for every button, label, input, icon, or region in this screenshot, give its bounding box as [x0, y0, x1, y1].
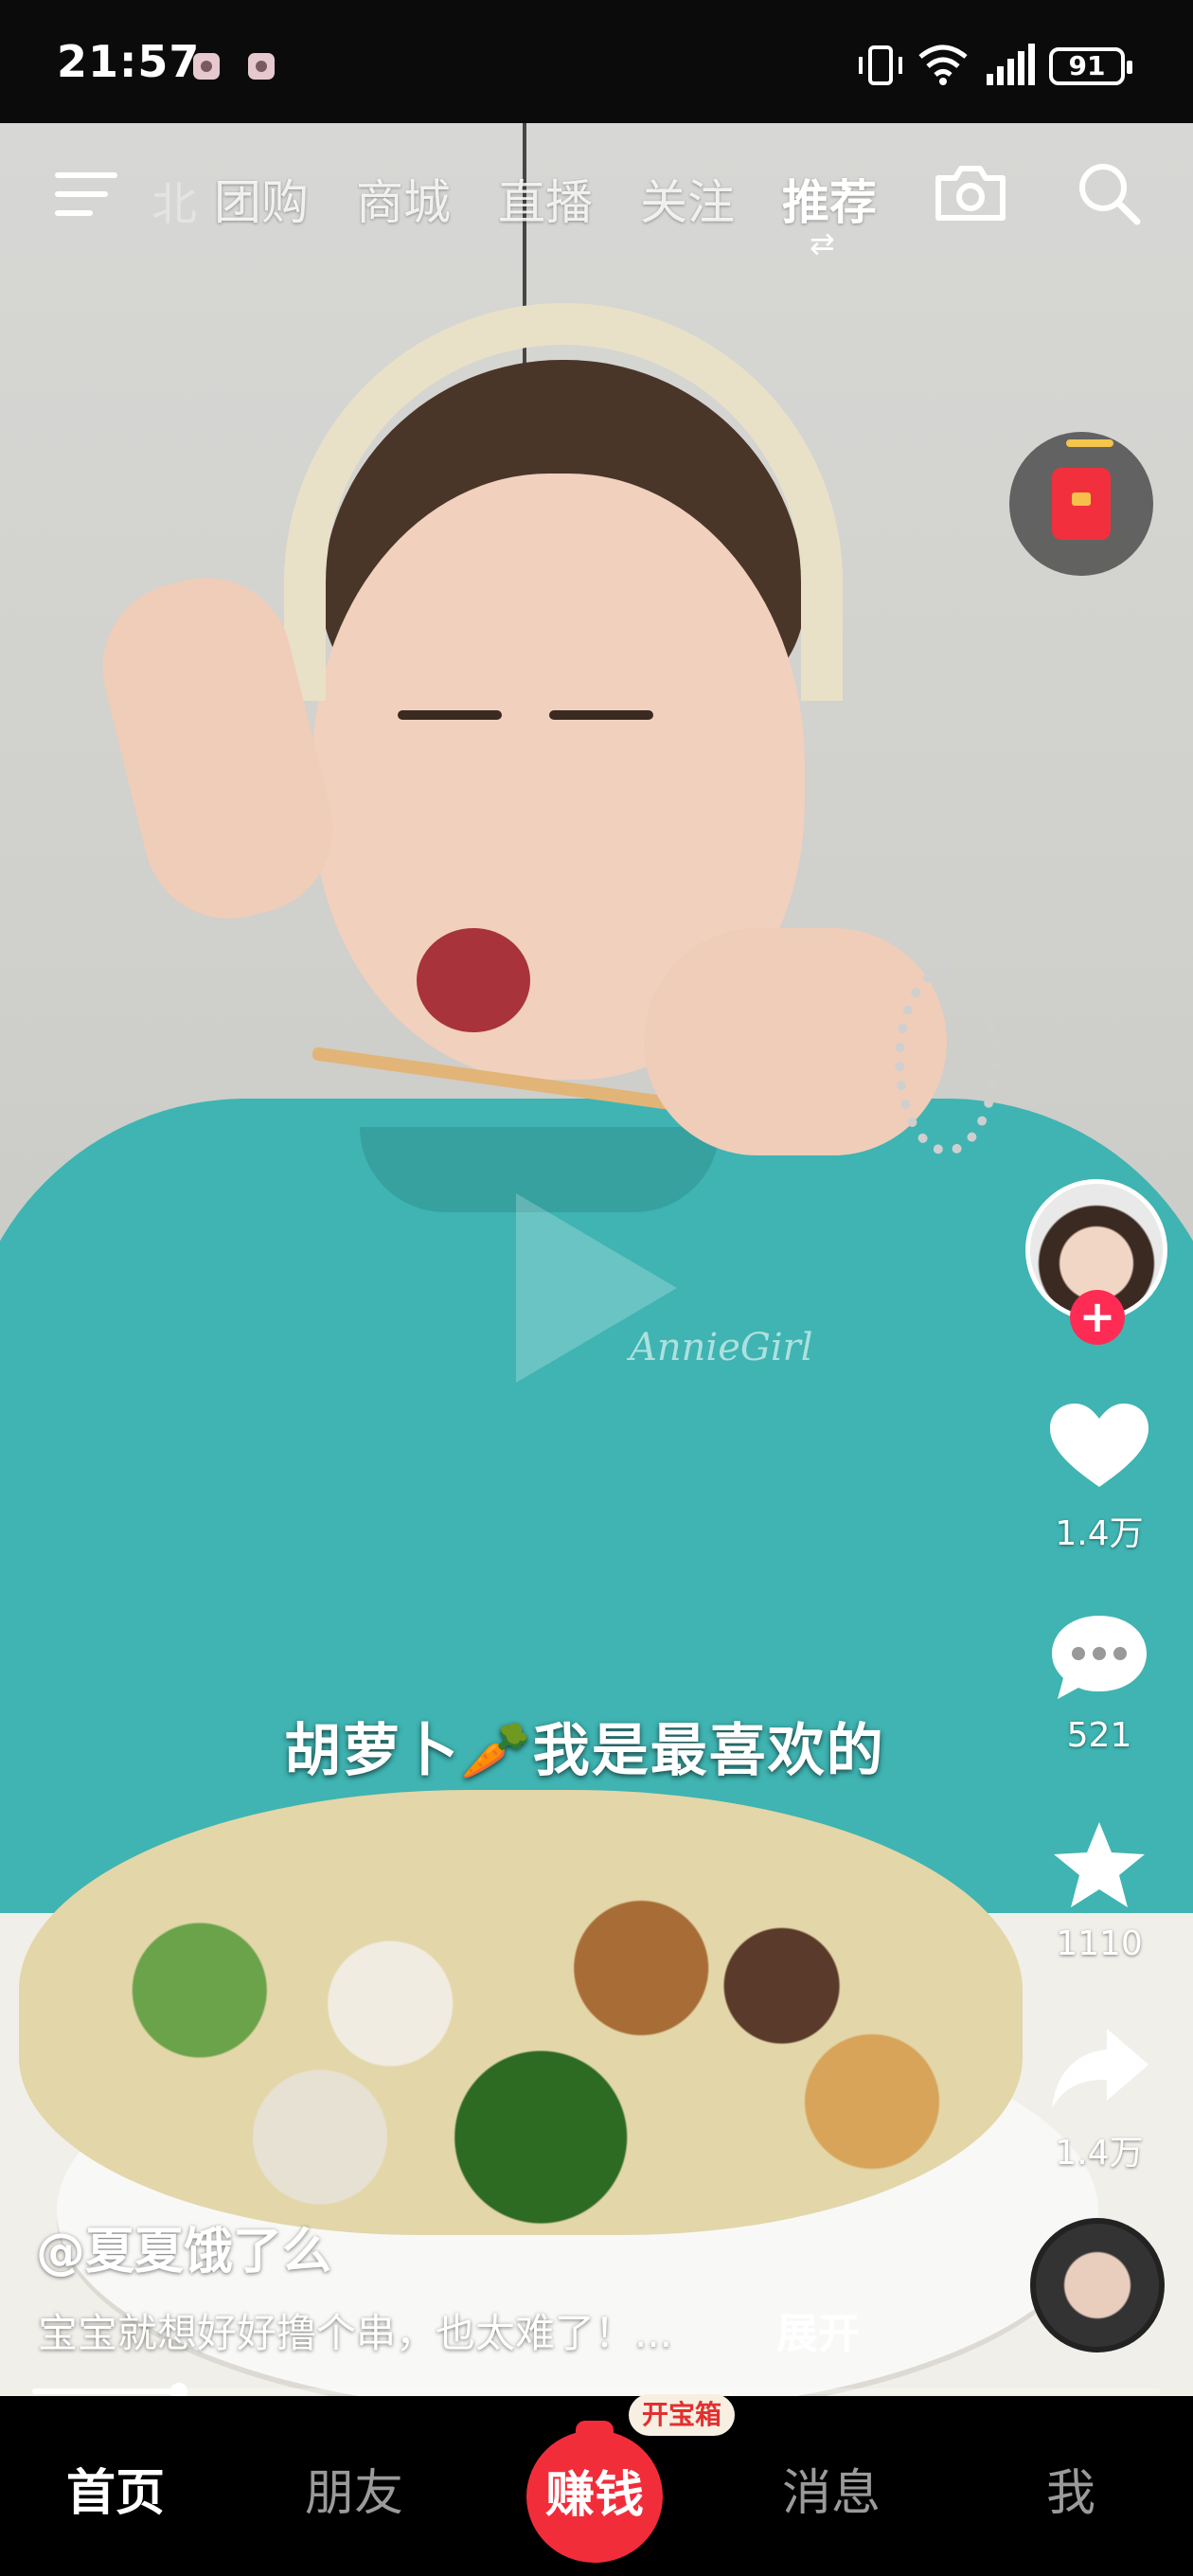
nav-me[interactable]: 我 [1046, 2453, 1095, 2524]
video-description: 宝宝就想好好撸个串，也太难了！... [38, 2310, 673, 2356]
play-icon[interactable] [516, 1193, 677, 1383]
comment-icon[interactable] [1044, 1610, 1154, 1705]
child-mouth [417, 928, 530, 1032]
progress-fill [32, 2388, 179, 2394]
tab-groupbuy[interactable]: 团购 [214, 165, 309, 233]
tab-following[interactable]: 关注 [640, 165, 735, 233]
video-player[interactable]: AnnieGirl 胡萝卜🥕我是最喜欢的 [0, 123, 1193, 2396]
tab-recommend[interactable]: 推荐 [782, 165, 877, 233]
menu-icon[interactable] [55, 170, 117, 218]
share-count: 1.4万 [1055, 2134, 1144, 2173]
search-icon[interactable] [1075, 159, 1143, 227]
headband [284, 303, 843, 701]
like-icon[interactable] [1044, 1400, 1154, 1494]
bottom-nav: 首页 朋友 赚钱 开宝箱 消息 我 [0, 2394, 1193, 2576]
nav-home[interactable]: 首页 [66, 2453, 165, 2524]
signal-icon [987, 44, 1035, 85]
video-progress-bar[interactable] [32, 2383, 1161, 2400]
follow-button[interactable]: + [1070, 1290, 1125, 1345]
share-icon[interactable] [1044, 2023, 1154, 2118]
battery-indicator: 91 [1049, 47, 1132, 85]
camera-icon[interactable] [933, 163, 1008, 224]
bracelet [895, 966, 999, 1155]
creator-username[interactable]: @夏夏饿了么 [36, 2211, 331, 2282]
video-subtitle: 胡萝卜🥕我是最喜欢的 [284, 1718, 885, 1784]
child-eye [398, 710, 502, 720]
wifi-icon [918, 45, 968, 85]
nav-friends[interactable]: 朋友 [305, 2453, 403, 2524]
top-nav: 北 团购 商城 直播 关注 推荐 ⇄ [0, 123, 1193, 265]
red-packet-icon [1052, 468, 1111, 540]
notification-icon [248, 53, 275, 80]
status-bar: 21:57 91 [0, 0, 1193, 123]
tab-mall[interactable]: 商城 [356, 165, 451, 233]
favorite-count: 1110 [1056, 1924, 1143, 1963]
notification-icon [193, 53, 220, 80]
tab-live[interactable]: 直播 [498, 165, 593, 233]
comment-count: 521 [1066, 1716, 1132, 1755]
expand-button[interactable]: 展开 [776, 2299, 860, 2360]
timer-arc [1066, 439, 1113, 447]
status-time: 21:57 [57, 36, 201, 87]
nav-messages[interactable]: 消息 [782, 2453, 881, 2524]
skewers-food [19, 1790, 1023, 2235]
like-count: 1.4万 [1055, 1514, 1144, 1553]
favorite-icon[interactable] [1044, 1818, 1154, 1913]
vibrate-icon [859, 45, 902, 85]
red-packet-button[interactable] [1009, 432, 1153, 576]
tab-partial[interactable]: 北 [151, 167, 197, 233]
music-disc[interactable] [1030, 2218, 1165, 2352]
treasure-chest-badge[interactable]: 开宝箱 [629, 2394, 736, 2436]
nav-earn-button[interactable]: 赚钱 [526, 2421, 663, 2563]
swap-icon[interactable]: ⇄ [810, 225, 835, 261]
child-eye [549, 710, 653, 720]
